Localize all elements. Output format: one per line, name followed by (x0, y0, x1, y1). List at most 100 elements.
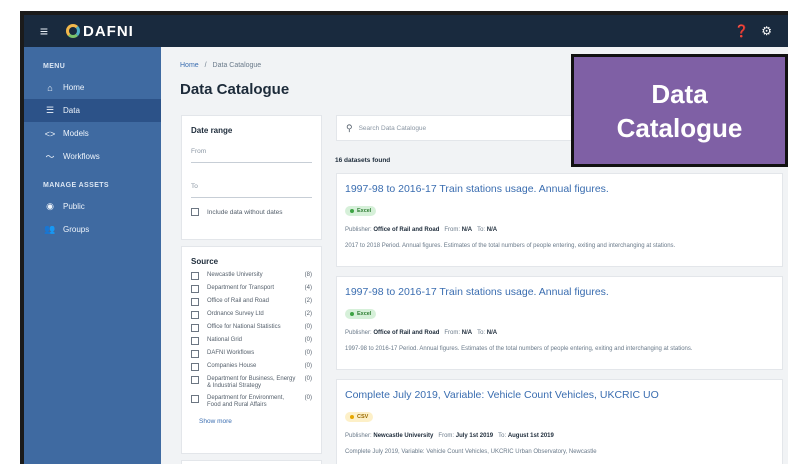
checkbox-icon (191, 311, 199, 319)
group-icon: 👥 (44, 224, 56, 234)
from-date-field[interactable]: From (191, 148, 312, 155)
source-name: Office of Rail and Road (207, 298, 269, 304)
checkbox-icon (191, 337, 199, 345)
source-filter-option[interactable]: Department for Transport (4) (191, 285, 312, 293)
result-description: 2017 to 2018 Period. Annual figures. Est… (345, 243, 676, 249)
menu-heading: MENU (43, 63, 66, 70)
dafni-logo[interactable]: DAFNI (66, 23, 134, 40)
to-value: N/A (486, 227, 498, 233)
source-filter-option[interactable]: DAFNI Workflows (0) (191, 350, 312, 358)
title-overlay-banner: Data Catalogue (571, 54, 788, 167)
sidebar-item-label: Home (63, 83, 85, 92)
source-name: Ordnance Survey Ltd (207, 311, 264, 317)
result-meta: Publisher: Office of Rail and Road From:… (345, 330, 774, 336)
sidebar-item-public[interactable]: ◉ Public (24, 195, 161, 218)
manage-assets-heading: MANAGE ASSETS (43, 182, 110, 189)
source-name: Companies House (207, 363, 257, 369)
result-card[interactable]: Complete July 2019, Variable: Vehicle Co… (336, 379, 783, 464)
result-title[interactable]: 1997-98 to 2016-17 Train stations usage.… (345, 183, 774, 195)
overlay-line-1: Data (651, 78, 708, 109)
result-card[interactable]: 1997-98 to 2016-17 Train stations usage.… (336, 173, 783, 267)
sidebar-item-label: Public (63, 202, 85, 211)
show-more-link[interactable]: Show more (191, 418, 312, 425)
format-dot-icon (350, 209, 354, 213)
checkbox-icon (191, 272, 199, 280)
gear-icon[interactable]: ⚙ (761, 24, 772, 38)
sidebar-item-home[interactable]: ⌂ Home (24, 76, 161, 99)
result-meta: Publisher: Newcastle University From: Ju… (345, 433, 774, 439)
menu-icon[interactable]: ≡ (30, 23, 58, 39)
help-icon[interactable]: ❓ (734, 24, 749, 38)
top-bar: ≡ DAFNI ❓ ⚙ (24, 15, 788, 47)
source-name: Department for Business, Energy & Indust… (207, 376, 296, 389)
result-description: Complete July 2019, Variable: Vehicle Co… (345, 449, 597, 455)
result-meta: Publisher: Office of Rail and Road From:… (345, 227, 774, 233)
source-count: (2) (304, 298, 312, 304)
format-label: Excel (357, 208, 372, 214)
include-undated-checkbox[interactable]: Include data without dates (191, 208, 312, 216)
breadcrumb-home-link[interactable]: Home (180, 62, 199, 69)
source-count: (0) (304, 350, 312, 356)
from-label: From: (444, 227, 461, 233)
source-filter-option[interactable]: Department for Business, Energy & Indust… (191, 376, 312, 390)
source-name: Department for Transport (207, 285, 275, 291)
sidebar-item-groups[interactable]: 👥 Groups (24, 218, 161, 241)
logo-text: DAFNI (83, 22, 134, 40)
format-badge: CSV (345, 412, 374, 422)
result-title[interactable]: 1997-98 to 2016-17 Train stations usage.… (345, 286, 774, 298)
source-count: (0) (304, 376, 312, 382)
page-title: Data Catalogue (180, 81, 290, 98)
result-title[interactable]: Complete July 2019, Variable: Vehicle Co… (345, 389, 774, 401)
sidebar-item-data[interactable]: ☰ Data (24, 99, 161, 122)
sidebar-item-workflows[interactable]: 〜 Workflows (24, 145, 161, 168)
publisher-label: Publisher: (345, 227, 372, 233)
search-placeholder: Search Data Catalogue (358, 124, 427, 132)
source-filter-option[interactable]: Ordnance Survey Ltd (2) (191, 311, 312, 319)
date-range-heading: Date range (191, 126, 233, 135)
source-count: (2) (304, 311, 312, 317)
from-value: July 1st 2019 (455, 433, 494, 439)
source-filter: Source Newcastle University (8) Department… (181, 246, 322, 454)
breadcrumb-current: Data Catalogue (212, 62, 262, 69)
breadcrumb-separator: / (204, 62, 207, 69)
source-filter-option[interactable]: Department for Environment, Food and Rur… (191, 395, 312, 409)
result-card[interactable]: 1997-98 to 2016-17 Train stations usage.… (336, 276, 783, 370)
workflow-icon: 〜 (45, 152, 55, 162)
checkbox-icon (191, 285, 199, 293)
to-value: August 1st 2019 (507, 433, 554, 439)
to-date-field[interactable]: To (191, 183, 312, 190)
publisher-label: Publisher: (345, 433, 372, 439)
source-filter-option[interactable]: Newcastle University (8) (191, 272, 312, 280)
source-name: Department for Environment, Food and Rur… (207, 395, 285, 408)
source-heading: Source (191, 257, 219, 266)
eye-icon: ◉ (46, 201, 54, 211)
format-badge: Excel (345, 206, 377, 216)
checkbox-icon (191, 298, 199, 306)
checkbox-label: Include data without dates (207, 208, 283, 216)
to-label: To: (477, 330, 486, 336)
publisher-value: Office of Rail and Road (373, 330, 440, 336)
checkbox-icon (191, 376, 199, 384)
source-filter-option[interactable]: Office of Rail and Road (2) (191, 298, 312, 306)
sidebar-item-label: Workflows (63, 152, 100, 161)
home-icon: ⌂ (47, 82, 53, 93)
publisher-value: Office of Rail and Road (373, 227, 440, 233)
source-filter-option[interactable]: Office for National Statistics (0) (191, 324, 312, 332)
search-icon: ⚲ (346, 122, 353, 133)
source-count: (4) (304, 285, 312, 291)
from-label: From: (438, 433, 455, 439)
format-dot-icon (350, 312, 354, 316)
code-icon: <> (44, 128, 56, 139)
source-name: National Grid (207, 337, 243, 343)
format-label: Excel (357, 311, 372, 317)
source-filter-option[interactable]: National Grid (0) (191, 337, 312, 345)
sidebar: MENU ⌂ Home ☰ Data <> Models 〜 Workflows… (24, 47, 161, 464)
sidebar-item-label: Data (63, 106, 80, 115)
date-range-filter: Date range From To Include data without … (181, 115, 322, 240)
source-filter-option[interactable]: Companies House (0) (191, 363, 312, 371)
overlay-line-2: Catalogue (616, 112, 743, 143)
source-count: (0) (304, 363, 312, 369)
sidebar-item-label: Groups (63, 225, 90, 234)
sidebar-item-models[interactable]: <> Models (24, 122, 161, 145)
to-value: N/A (486, 330, 498, 336)
